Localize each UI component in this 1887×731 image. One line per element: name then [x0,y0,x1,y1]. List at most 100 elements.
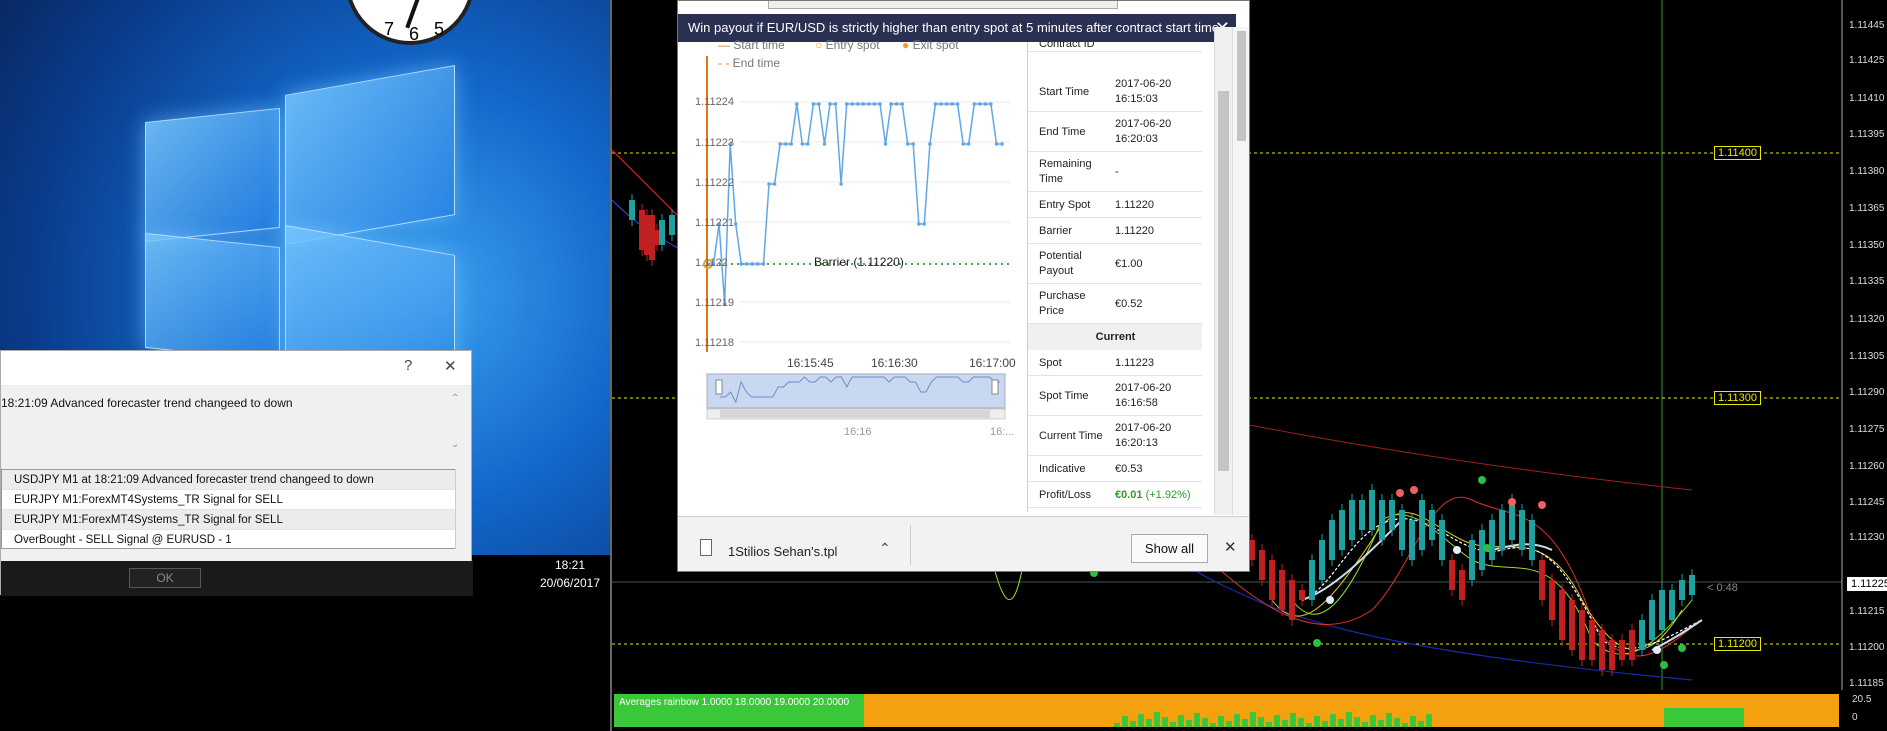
indicator-bar-green [1418,721,1424,727]
y-tick: 1.11218 [695,337,734,349]
help-button[interactable]: ? [404,357,412,374]
list-item[interactable]: USDJPY M1 at 18:21:09 Advanced forecaste… [2,470,463,490]
price-tick-label: 1.11320 [1849,314,1885,325]
profit-percent: (+1.92%) [1142,488,1191,501]
indicator-bar-green [1250,712,1256,727]
ok-button[interactable]: OK [129,568,201,588]
info-label: Purchase Price [1039,290,1086,317]
navigator-label: 16:... [990,426,1015,438]
chevron-up-icon[interactable]: ⌃ [879,540,891,557]
bull-candle [1389,500,1395,530]
screen: 7 6 5 18:21 20/06/2017 ? ✕ 18:21:09 Adva… [0,0,1887,731]
contract-chart-panel: — Start time ○ Entry spot ● Exit spot - … [680,38,1027,512]
list-item[interactable]: EURJPY M1:ForexMT4Systems_TR Signal for … [2,490,463,510]
info-label: End Time [1039,125,1086,138]
bear-candle [1259,550,1265,580]
indicator-scale-bottom: 0 [1852,712,1858,723]
price-tick-label: 1.11290 [1849,387,1885,398]
close-button[interactable]: ✕ [444,357,457,375]
info-scrollbar[interactable] [1214,27,1232,515]
bull-candle [1419,500,1425,550]
list-item[interactable]: OverBought - SELL Signal @ EURUSD - 1 [2,530,463,548]
indicator-bar-green [1178,715,1184,727]
page-scrollbar[interactable] [1232,27,1249,515]
scrollbar-thumb[interactable] [1237,31,1246,141]
info-label: Potential Payout [1039,250,1082,277]
info-value: 2017-06-20 16:20:13 [1115,422,1172,449]
info-label: Current Time [1039,429,1103,442]
bear-candle [1569,600,1575,650]
indicator-bar-green [1322,721,1328,727]
indicator-bar-green [1266,722,1272,727]
bull-candle [1689,575,1695,595]
alert-list[interactable]: USDJPY M1 at 18:21:09 Advanced forecaste… [1,469,464,549]
scroll-up-icon[interactable]: ⌃ [451,393,459,404]
indicator-bar-green [1162,717,1168,727]
indicator-scale-top: 20.5 [1852,694,1872,705]
bear-candle [1269,560,1275,600]
legend-start-time: — Start time [718,38,785,52]
alert-list-scrollbar[interactable] [455,469,469,549]
y-tick: 1.11222 [695,177,734,189]
info-label: Spot Time [1039,389,1089,402]
info-row: Potential Payout €1.00 [1028,244,1202,284]
tray-clock-time[interactable]: 18:21 [530,558,610,572]
indicator-bar-green [1298,718,1304,727]
x-tick: 16:15:45 [787,356,834,370]
info-label: Barrier [1039,224,1073,237]
exit-dot-icon: ● [902,38,910,52]
info-label: Profit/Loss [1039,488,1091,501]
close-icon[interactable]: ✕ [1224,538,1237,556]
show-all-button[interactable]: Show all [1131,534,1208,563]
info-value: 2017-06-20 16:15:03 [1115,78,1172,105]
bear-candle [1289,580,1295,620]
bull-candle [1369,490,1375,530]
indicator-subwindow: Averages rainbow 1.0000 18.0000 19.0000 … [614,694,1839,727]
contract-description: Win payout if EUR/USD is strictly higher… [688,20,1223,35]
scrollbar-thumb[interactable] [1218,91,1229,471]
indicator-bar-green [1330,714,1336,727]
signal-dot-white [1453,546,1461,554]
bull-candle [1639,620,1645,650]
bull-candle [1379,500,1385,540]
signal-dot-red [1396,489,1404,497]
scroll-down-icon[interactable]: ⌄ [451,439,459,450]
info-value: 1.11220 [1115,198,1154,211]
signal-dot-green [1483,544,1491,552]
indicator-bar-green [1154,712,1160,727]
price-tick-label: 1.11395 [1849,129,1885,140]
bull-candle [1469,540,1475,580]
info-row: Profit/Loss €0.01 (+1.92%) [1028,482,1202,508]
y-tick: 1.11219 [695,297,734,309]
spot-line [708,103,1002,305]
price-tick-label: 1.11335 [1849,276,1885,287]
info-value: €0.53 [1115,462,1143,475]
price-tick-label: 1.11245 [1849,497,1885,508]
downloads-bar: 1Stilios Sehan's.tpl ⌃ Show all ✕ [678,516,1249,571]
info-row: Purchase Price €0.52 [1028,284,1202,324]
info-row: Contract ID [1028,42,1202,52]
signal-dot-red [1508,498,1516,506]
info-label: Indicative [1039,462,1086,475]
signal-dot-red [1410,486,1418,494]
tray-clock-date[interactable]: 20/06/2017 [530,576,610,590]
bull-candle [629,200,635,220]
address-bar[interactable] [768,1,1118,9]
start-line-icon: — [718,38,730,52]
bear-candle [1299,590,1305,600]
bear-candle [1559,590,1565,640]
current-price-label: 1.11225 [1847,577,1887,591]
navigator-handle-right [991,379,999,395]
indicator-bar-green [1426,714,1432,727]
download-filename[interactable]: 1Stilios Sehan's.tpl [728,544,837,559]
alert-button-bar: OK [1,561,473,596]
indicator-bar-green [1378,720,1384,727]
bull-candle [1659,590,1665,630]
signal-dot-green [1678,644,1686,652]
signal-dot-red [1538,501,1546,509]
indicator-title: Averages rainbow 1.0000 18.0000 19.0000 … [619,697,850,708]
signal-dot-green [1660,661,1668,669]
list-item[interactable]: EURJPY M1:ForexMT4Systems_TR Signal for … [2,510,463,530]
bear-candle [1549,580,1555,620]
x-tick: 16:17:00 [969,356,1016,370]
